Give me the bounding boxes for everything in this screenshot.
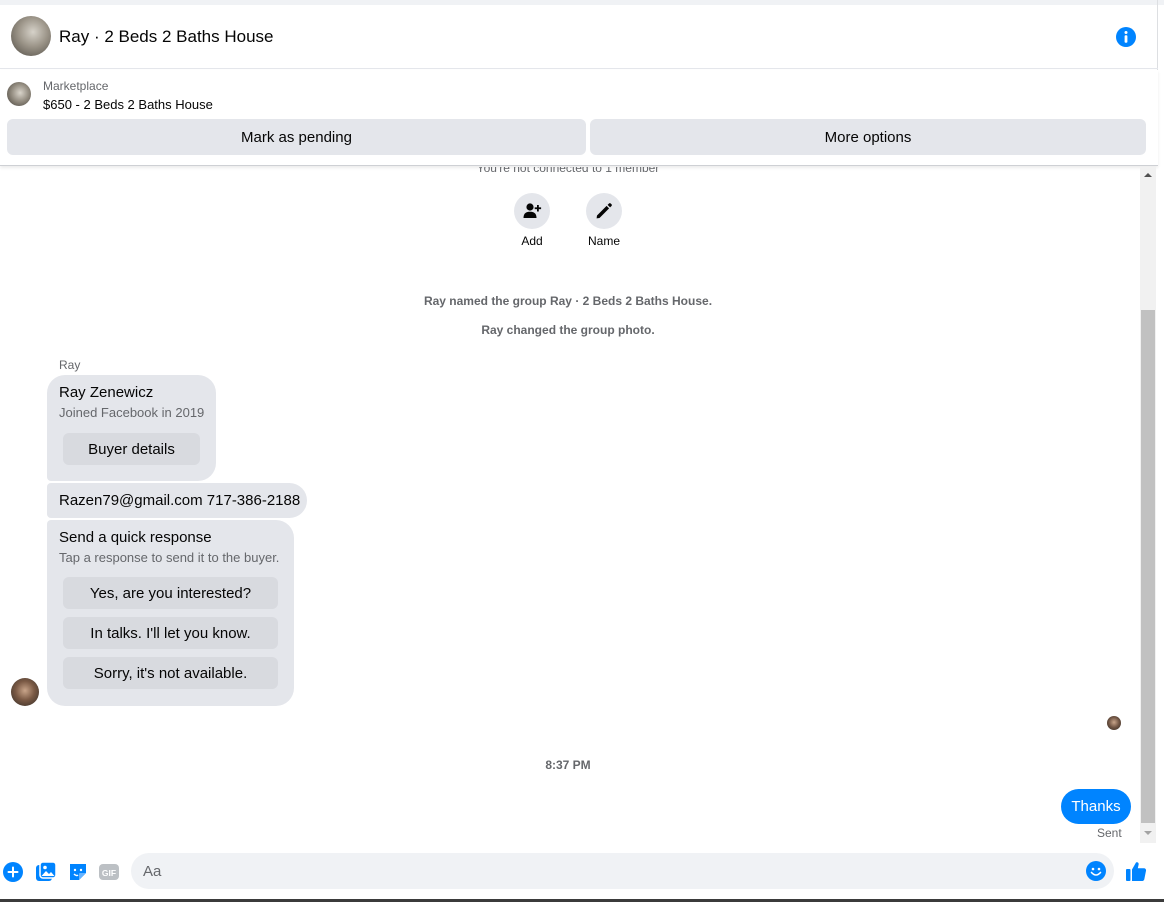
info-icon[interactable]	[1116, 27, 1136, 47]
seen-avatar	[1107, 716, 1121, 730]
buyer-card: Ray Zenewicz Joined Facebook in 2019 Buy…	[47, 375, 216, 481]
thumbs-up-icon[interactable]	[1125, 860, 1147, 882]
outgoing-message[interactable]: Thanks	[1061, 789, 1131, 824]
scroll-up-arrow-icon[interactable]	[1140, 167, 1156, 183]
photo-icon[interactable]	[35, 861, 57, 883]
contact-message[interactable]: Razen79@gmail.com 717-386-2188	[47, 483, 307, 518]
more-options-button[interactable]: More options	[590, 119, 1146, 155]
listing-thumbnail[interactable]	[7, 82, 31, 106]
system-message: Ray changed the group photo.	[481, 323, 655, 337]
conversation-header: Ray · 2 Beds 2 Baths House	[0, 5, 1158, 69]
quick-response-option[interactable]: In talks. I'll let you know.	[63, 617, 278, 649]
sender-name: Ray	[59, 358, 81, 372]
add-label: Add	[521, 234, 543, 248]
buyer-details-button[interactable]: Buyer details	[63, 433, 200, 465]
listing-category: Marketplace	[43, 79, 109, 93]
quick-response-title: Send a quick response	[59, 529, 212, 546]
scrollbar-thumb[interactable]	[1141, 310, 1155, 823]
message-input-placeholder: Aa	[143, 863, 162, 880]
not-connected-notice: You're not connected to 1 member	[476, 167, 660, 175]
group-avatar[interactable]	[11, 16, 51, 56]
quick-response-option[interactable]: Yes, are you interested?	[63, 577, 278, 609]
conversation-title[interactable]: Ray · 2 Beds 2 Baths House	[59, 27, 274, 47]
sender-avatar[interactable]	[11, 678, 39, 706]
add-member-button[interactable]	[514, 193, 550, 229]
message-input[interactable]: Aa	[131, 853, 1114, 889]
mark-as-pending-button[interactable]: Mark as pending	[7, 119, 586, 155]
quick-response-subtitle: Tap a response to send it to the buyer.	[59, 550, 280, 565]
messenger-window: Ray · 2 Beds 2 Baths House Marketplace $…	[0, 0, 1164, 902]
listing-price-title[interactable]: $650 - 2 Beds 2 Baths House	[43, 97, 213, 112]
buyer-joined: Joined Facebook in 2019	[59, 405, 205, 420]
add-person-icon	[523, 203, 542, 218]
buyer-name: Ray Zenewicz	[59, 384, 154, 401]
scroll-down-arrow-icon[interactable]	[1140, 825, 1156, 841]
gif-icon[interactable]: GIF	[98, 861, 120, 883]
gif-label: GIF	[102, 868, 116, 878]
message-timestamp: 8:37 PM	[545, 758, 591, 772]
name-group-button[interactable]	[586, 193, 622, 229]
name-label: Name	[587, 234, 620, 248]
plus-icon[interactable]	[2, 861, 24, 883]
quick-response-card: Send a quick response Tap a response to …	[47, 520, 294, 706]
marketplace-listing-bar: Marketplace $650 - 2 Beds 2 Baths House …	[0, 70, 1158, 166]
emoji-icon[interactable]	[1086, 861, 1106, 881]
system-message: Ray named the group Ray · 2 Beds 2 Baths…	[423, 294, 713, 308]
quick-response-option[interactable]: Sorry, it's not available.	[63, 657, 278, 689]
composer-bar: GIF Aa	[0, 843, 1164, 902]
chat-scrollbar[interactable]	[1140, 167, 1156, 843]
message-status: Sent	[1097, 826, 1122, 840]
sticker-icon[interactable]	[67, 861, 89, 883]
pencil-icon	[596, 203, 612, 219]
message-list: You're not connected to 1 member Add Nam…	[0, 167, 1140, 843]
